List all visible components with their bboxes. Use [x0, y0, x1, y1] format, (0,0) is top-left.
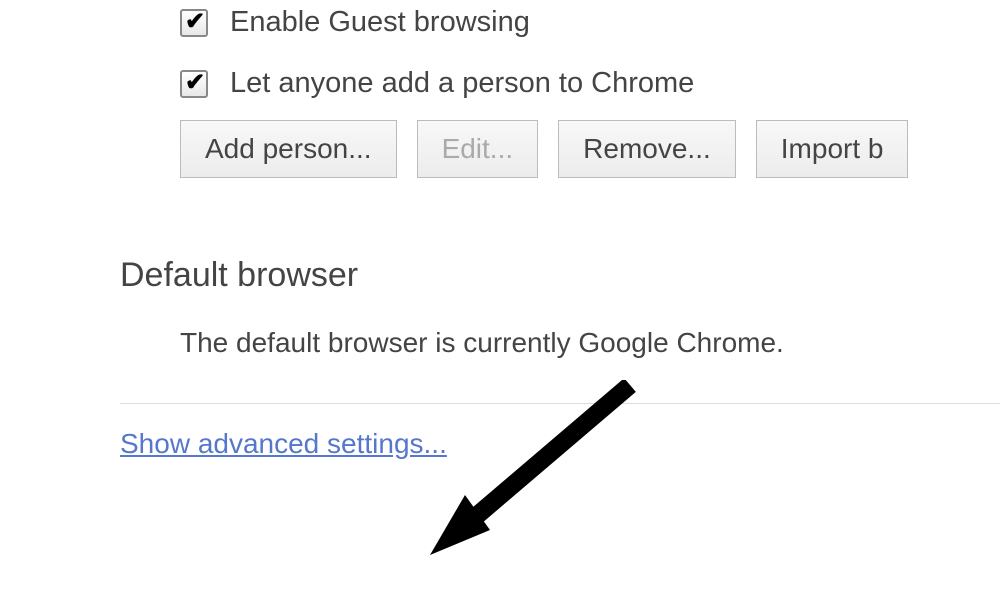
remove-button[interactable]: Remove... [558, 120, 736, 178]
guest-browsing-label: Enable Guest browsing [230, 6, 530, 39]
guest-browsing-row: Enable Guest browsing [180, 6, 1000, 39]
edit-button[interactable]: Edit... [417, 120, 539, 178]
section-divider [120, 403, 1000, 404]
default-browser-heading: Default browser [120, 256, 1000, 295]
anyone-add-checkbox[interactable] [180, 70, 208, 98]
guest-browsing-checkbox[interactable] [180, 9, 208, 37]
add-person-button[interactable]: Add person... [180, 120, 397, 178]
people-button-row: Add person... Edit... Remove... Import b [180, 120, 1000, 178]
import-button[interactable]: Import b [756, 120, 909, 178]
default-browser-status: The default browser is currently Google … [180, 327, 1000, 359]
anyone-add-row: Let anyone add a person to Chrome [180, 67, 1000, 100]
show-advanced-link[interactable]: Show advanced settings... [120, 428, 447, 460]
anyone-add-label: Let anyone add a person to Chrome [230, 67, 694, 100]
